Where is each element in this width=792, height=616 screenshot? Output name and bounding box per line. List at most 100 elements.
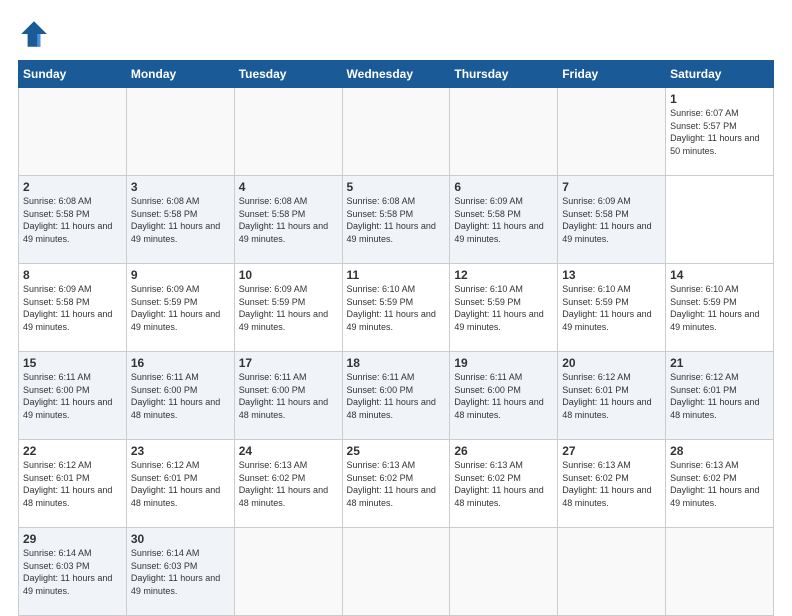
day-info: Sunrise: 6:11 AMSunset: 6:00 PMDaylight:…: [239, 372, 328, 420]
day-number: 5: [347, 180, 446, 194]
calendar-day-cell: 29 Sunrise: 6:14 AMSunset: 6:03 PMDaylig…: [19, 528, 127, 616]
empty-cell: [666, 528, 774, 616]
day-info: Sunrise: 6:10 AMSunset: 5:59 PMDaylight:…: [454, 284, 543, 332]
empty-cell: [342, 528, 450, 616]
day-header-monday: Monday: [126, 61, 234, 88]
calendar-week-row: 15 Sunrise: 6:11 AMSunset: 6:00 PMDaylig…: [19, 352, 774, 440]
logo-icon: [18, 18, 50, 50]
day-header-thursday: Thursday: [450, 61, 558, 88]
day-header-sunday: Sunday: [19, 61, 127, 88]
calendar-header-row: SundayMondayTuesdayWednesdayThursdayFrid…: [19, 61, 774, 88]
calendar-table: SundayMondayTuesdayWednesdayThursdayFrid…: [18, 60, 774, 616]
empty-cell: [234, 528, 342, 616]
empty-cell: [450, 528, 558, 616]
calendar-day-cell: 8 Sunrise: 6:09 AMSunset: 5:58 PMDayligh…: [19, 264, 127, 352]
calendar-day-cell: 1 Sunrise: 6:07 AMSunset: 5:57 PMDayligh…: [666, 88, 774, 176]
day-number: 1: [670, 92, 769, 106]
day-info: Sunrise: 6:08 AMSunset: 5:58 PMDaylight:…: [23, 196, 112, 244]
day-number: 2: [23, 180, 122, 194]
day-info: Sunrise: 6:13 AMSunset: 6:02 PMDaylight:…: [670, 460, 759, 508]
day-number: 9: [131, 268, 230, 282]
day-info: Sunrise: 6:10 AMSunset: 5:59 PMDaylight:…: [562, 284, 651, 332]
day-number: 29: [23, 532, 122, 546]
calendar-day-cell: 12 Sunrise: 6:10 AMSunset: 5:59 PMDaylig…: [450, 264, 558, 352]
calendar-day-cell: 21 Sunrise: 6:12 AMSunset: 6:01 PMDaylig…: [666, 352, 774, 440]
day-info: Sunrise: 6:08 AMSunset: 5:58 PMDaylight:…: [347, 196, 436, 244]
empty-cell: [450, 88, 558, 176]
calendar-week-row: 22 Sunrise: 6:12 AMSunset: 6:01 PMDaylig…: [19, 440, 774, 528]
day-number: 8: [23, 268, 122, 282]
empty-cell: [558, 88, 666, 176]
day-number: 21: [670, 356, 769, 370]
day-number: 3: [131, 180, 230, 194]
empty-cell: [126, 88, 234, 176]
day-number: 4: [239, 180, 338, 194]
calendar-day-cell: 17 Sunrise: 6:11 AMSunset: 6:00 PMDaylig…: [234, 352, 342, 440]
day-header-friday: Friday: [558, 61, 666, 88]
day-info: Sunrise: 6:14 AMSunset: 6:03 PMDaylight:…: [23, 548, 112, 596]
calendar-day-cell: 19 Sunrise: 6:11 AMSunset: 6:00 PMDaylig…: [450, 352, 558, 440]
day-number: 6: [454, 180, 553, 194]
calendar-day-cell: 25 Sunrise: 6:13 AMSunset: 6:02 PMDaylig…: [342, 440, 450, 528]
day-info: Sunrise: 6:10 AMSunset: 5:59 PMDaylight:…: [670, 284, 759, 332]
day-number: 27: [562, 444, 661, 458]
calendar-day-cell: 9 Sunrise: 6:09 AMSunset: 5:59 PMDayligh…: [126, 264, 234, 352]
day-info: Sunrise: 6:11 AMSunset: 6:00 PMDaylight:…: [347, 372, 436, 420]
day-info: Sunrise: 6:12 AMSunset: 6:01 PMDaylight:…: [23, 460, 112, 508]
day-info: Sunrise: 6:09 AMSunset: 5:58 PMDaylight:…: [454, 196, 543, 244]
calendar-day-cell: 11 Sunrise: 6:10 AMSunset: 5:59 PMDaylig…: [342, 264, 450, 352]
empty-cell: [19, 88, 127, 176]
calendar-day-cell: 23 Sunrise: 6:12 AMSunset: 6:01 PMDaylig…: [126, 440, 234, 528]
day-number: 23: [131, 444, 230, 458]
day-number: 20: [562, 356, 661, 370]
calendar-day-cell: 14 Sunrise: 6:10 AMSunset: 5:59 PMDaylig…: [666, 264, 774, 352]
calendar-day-cell: 22 Sunrise: 6:12 AMSunset: 6:01 PMDaylig…: [19, 440, 127, 528]
day-info: Sunrise: 6:10 AMSunset: 5:59 PMDaylight:…: [347, 284, 436, 332]
day-info: Sunrise: 6:13 AMSunset: 6:02 PMDaylight:…: [454, 460, 543, 508]
day-number: 11: [347, 268, 446, 282]
day-info: Sunrise: 6:13 AMSunset: 6:02 PMDaylight:…: [562, 460, 651, 508]
day-number: 26: [454, 444, 553, 458]
day-number: 25: [347, 444, 446, 458]
calendar-day-cell: 3 Sunrise: 6:08 AMSunset: 5:58 PMDayligh…: [126, 176, 234, 264]
calendar-day-cell: 2 Sunrise: 6:08 AMSunset: 5:58 PMDayligh…: [19, 176, 127, 264]
day-number: 24: [239, 444, 338, 458]
day-number: 30: [131, 532, 230, 546]
calendar-day-cell: 4 Sunrise: 6:08 AMSunset: 5:58 PMDayligh…: [234, 176, 342, 264]
day-info: Sunrise: 6:09 AMSunset: 5:59 PMDaylight:…: [131, 284, 220, 332]
day-info: Sunrise: 6:12 AMSunset: 6:01 PMDaylight:…: [562, 372, 651, 420]
day-header-saturday: Saturday: [666, 61, 774, 88]
day-info: Sunrise: 6:09 AMSunset: 5:59 PMDaylight:…: [239, 284, 328, 332]
day-info: Sunrise: 6:12 AMSunset: 6:01 PMDaylight:…: [131, 460, 220, 508]
day-number: 10: [239, 268, 338, 282]
empty-cell: [234, 88, 342, 176]
logo: [18, 18, 54, 50]
calendar-day-cell: 28 Sunrise: 6:13 AMSunset: 6:02 PMDaylig…: [666, 440, 774, 528]
day-number: 14: [670, 268, 769, 282]
day-number: 16: [131, 356, 230, 370]
calendar-week-row: 29 Sunrise: 6:14 AMSunset: 6:03 PMDaylig…: [19, 528, 774, 616]
calendar-day-cell: 24 Sunrise: 6:13 AMSunset: 6:02 PMDaylig…: [234, 440, 342, 528]
day-info: Sunrise: 6:11 AMSunset: 6:00 PMDaylight:…: [131, 372, 220, 420]
empty-cell: [558, 528, 666, 616]
calendar-day-cell: 26 Sunrise: 6:13 AMSunset: 6:02 PMDaylig…: [450, 440, 558, 528]
calendar-day-cell: 20 Sunrise: 6:12 AMSunset: 6:01 PMDaylig…: [558, 352, 666, 440]
day-header-wednesday: Wednesday: [342, 61, 450, 88]
calendar-day-cell: 5 Sunrise: 6:08 AMSunset: 5:58 PMDayligh…: [342, 176, 450, 264]
page: SundayMondayTuesdayWednesdayThursdayFrid…: [0, 0, 792, 612]
day-info: Sunrise: 6:14 AMSunset: 6:03 PMDaylight:…: [131, 548, 220, 596]
calendar-day-cell: 16 Sunrise: 6:11 AMSunset: 6:00 PMDaylig…: [126, 352, 234, 440]
calendar-day-cell: 10 Sunrise: 6:09 AMSunset: 5:59 PMDaylig…: [234, 264, 342, 352]
day-info: Sunrise: 6:07 AMSunset: 5:57 PMDaylight:…: [670, 108, 759, 156]
calendar-day-cell: 18 Sunrise: 6:11 AMSunset: 6:00 PMDaylig…: [342, 352, 450, 440]
day-number: 15: [23, 356, 122, 370]
day-info: Sunrise: 6:09 AMSunset: 5:58 PMDaylight:…: [562, 196, 651, 244]
day-info: Sunrise: 6:11 AMSunset: 6:00 PMDaylight:…: [454, 372, 543, 420]
calendar-day-cell: 13 Sunrise: 6:10 AMSunset: 5:59 PMDaylig…: [558, 264, 666, 352]
calendar-day-cell: 30 Sunrise: 6:14 AMSunset: 6:03 PMDaylig…: [126, 528, 234, 616]
day-number: 22: [23, 444, 122, 458]
calendar-day-cell: 15 Sunrise: 6:11 AMSunset: 6:00 PMDaylig…: [19, 352, 127, 440]
day-number: 7: [562, 180, 661, 194]
calendar-week-row: 8 Sunrise: 6:09 AMSunset: 5:58 PMDayligh…: [19, 264, 774, 352]
calendar-week-row: 2 Sunrise: 6:08 AMSunset: 5:58 PMDayligh…: [19, 176, 774, 264]
